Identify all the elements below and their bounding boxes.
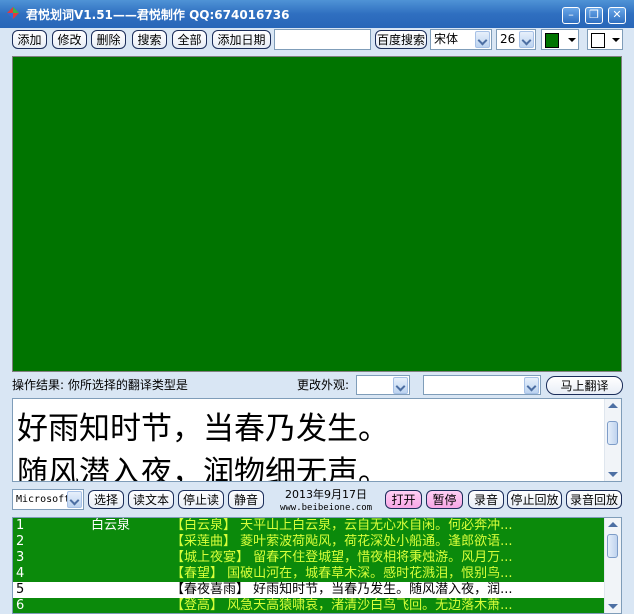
chevron-down-icon	[519, 31, 534, 48]
font-name-select[interactable]: 宋体	[430, 29, 492, 50]
table-row[interactable]: 3 【城上夜宴】 留春不住登城望，惜夜相将秉烛游。风月万...	[13, 550, 605, 566]
restore-button[interactable]: ❐	[585, 7, 603, 24]
add-button[interactable]: 添加	[12, 30, 47, 49]
scroll-thumb[interactable]	[607, 534, 618, 558]
chevron-down-icon	[475, 31, 490, 48]
row-number: 4	[16, 566, 25, 581]
voice-value: Microsoft	[16, 494, 71, 505]
date-text: 2013年9月17日	[285, 488, 367, 501]
edit-button[interactable]: 修改	[52, 30, 87, 49]
all-button[interactable]: 全部	[172, 30, 207, 49]
scroll-down-icon[interactable]	[608, 604, 618, 609]
title-bar: 君悦划词V1.51——君悦制作 QQ:674016736 – ❐ ✕	[0, 0, 634, 28]
open-button[interactable]: 打开	[385, 490, 422, 509]
scroll-down-icon[interactable]	[608, 472, 618, 477]
add-date-button[interactable]: 添加日期	[212, 30, 271, 49]
table-row[interactable]: 6 【登高】 风急天高猿啸哀，渚清沙白鸟飞回。无边落木萧...	[13, 598, 605, 613]
text-color-picker[interactable]	[541, 29, 579, 50]
row-number: 2	[16, 534, 25, 549]
status-row: 操作结果: 你所选择的翻译类型是 更改外观: 马上翻译	[0, 375, 634, 395]
poem-list[interactable]: 1 白云泉 【白云泉】 天平山上白云泉，云自无心水自闲。何必奔冲... 2 【采莲曲】 …	[12, 517, 622, 614]
row-text: 【采莲曲】 菱叶萦波荷飐风，荷花深处小船通。逢郎欲语...	[171, 534, 513, 549]
close-icon: ✕	[612, 8, 622, 21]
font-size-value: 26	[500, 32, 516, 46]
scroll-up-icon[interactable]	[608, 522, 618, 527]
minimize-icon: –	[568, 8, 574, 21]
delete-button[interactable]: 删除	[91, 30, 126, 49]
poem-line-2: 随风潜入夜，润物细无声。	[17, 455, 389, 482]
translate-now-button[interactable]: 马上翻译	[546, 376, 623, 395]
select-voice-button[interactable]: 选择	[88, 490, 124, 509]
chevron-down-icon	[524, 377, 539, 394]
row-text: 【白云泉】 天平山上白云泉，云自无心水自闲。何必奔冲...	[171, 518, 513, 533]
row-text: 【春望】 国破山河在，城春草木深。感时花溅泪，恨别鸟...	[171, 566, 513, 581]
translate-type-select[interactable]	[423, 375, 541, 395]
chevron-down-icon	[393, 377, 408, 394]
row-number: 1	[16, 518, 25, 533]
row-text: 【城上夜宴】 留春不住登城望，惜夜相将秉烛游。风月万...	[171, 550, 513, 565]
close-button[interactable]: ✕	[608, 7, 626, 24]
baidu-search-button[interactable]: 百度搜索	[375, 30, 427, 49]
search-input[interactable]	[274, 29, 371, 50]
table-row[interactable]: 4 【春望】 国破山河在，城春草木深。感时花溅泪，恨别鸟...	[13, 566, 605, 582]
background-color-picker[interactable]	[587, 29, 623, 50]
website-text: www.beibeione.com	[279, 503, 373, 513]
row-number: 5	[16, 582, 25, 597]
row-name: 白云泉	[91, 518, 131, 533]
window-title: 君悦划词V1.51——君悦制作 QQ:674016736	[26, 8, 290, 22]
scroll-up-icon[interactable]	[608, 403, 618, 408]
scroll-thumb[interactable]	[607, 421, 618, 445]
stop-playback-button[interactable]: 停止回放	[507, 490, 562, 509]
row-number: 6	[16, 598, 25, 613]
text-editor[interactable]: 好雨知时节，当春乃发生。 随风潜入夜，润物细无声。	[12, 398, 622, 482]
mute-button[interactable]: 静音	[228, 490, 264, 509]
stop-read-button[interactable]: 停止读	[178, 490, 224, 509]
dropdown-arrow-icon	[568, 38, 576, 42]
result-label: 操作结果: 你所选择的翻译类型是	[12, 378, 188, 392]
table-row[interactable]: 1 白云泉 【白云泉】 天平山上白云泉，云自无心水自闲。何必奔冲...	[13, 518, 605, 534]
date-display: 2013年9月17日 www.beibeione.com	[272, 488, 380, 514]
background-color-swatch	[591, 33, 605, 48]
display-canvas[interactable]	[12, 56, 622, 372]
poem-line-1: 好雨知时节，当春乃发生。	[17, 411, 389, 447]
text-color-swatch	[545, 33, 559, 48]
list-scrollbar[interactable]	[604, 518, 621, 613]
change-look-label: 更改外观:	[297, 378, 350, 392]
app-icon	[7, 7, 19, 19]
row-text: 【登高】 风急天高猿啸哀，渚清沙白鸟飞回。无边落木萧...	[171, 598, 513, 613]
restore-icon: ❐	[589, 8, 599, 21]
table-row[interactable]: 2 【采莲曲】 菱叶萦波荷飐风，荷花深处小船通。逢郎欲语...	[13, 534, 605, 550]
row-number: 3	[16, 550, 25, 565]
look-select[interactable]	[356, 375, 410, 395]
toolbar: 添加 修改 删除 搜索 全部 添加日期 百度搜索 宋体 26	[0, 28, 634, 54]
read-text-button[interactable]: 读文本	[128, 490, 174, 509]
minimize-button[interactable]: –	[562, 7, 580, 24]
table-row[interactable]: 5 【春夜喜雨】 好雨知时节，当春乃发生。随风潜入夜，润...	[13, 582, 605, 598]
text-scrollbar[interactable]	[604, 399, 621, 481]
dropdown-arrow-icon	[612, 38, 620, 42]
search-button[interactable]: 搜索	[132, 30, 167, 49]
record-button[interactable]: 录音	[468, 490, 504, 509]
voice-select[interactable]: Microsoft	[12, 489, 84, 510]
record-playback-button[interactable]: 录音回放	[566, 490, 622, 509]
chevron-down-icon	[67, 491, 82, 508]
row-text: 【春夜喜雨】 好雨知时节，当春乃发生。随风潜入夜，润...	[171, 582, 513, 597]
font-size-select[interactable]: 26	[496, 29, 536, 50]
font-name-value: 宋体	[434, 32, 459, 46]
pause-button[interactable]: 暂停	[426, 490, 463, 509]
